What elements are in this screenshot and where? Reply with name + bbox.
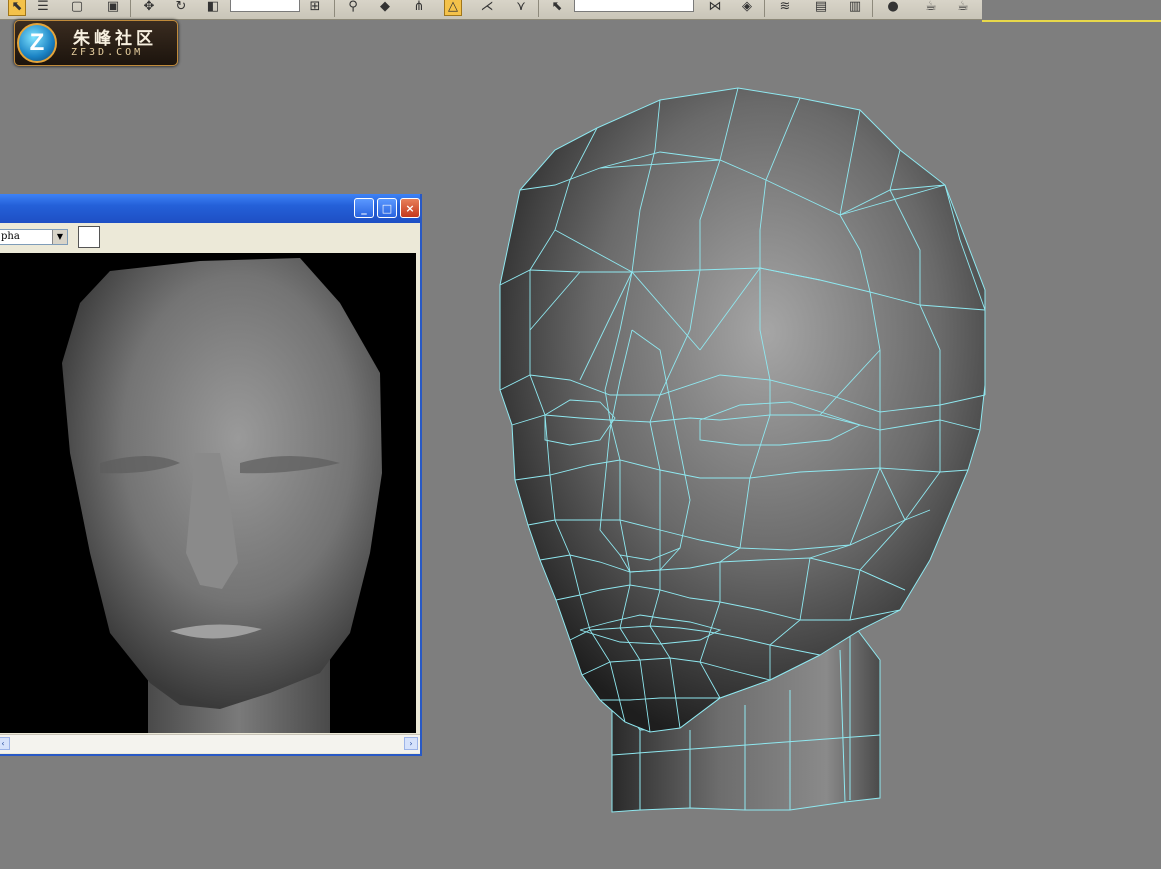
channel-select-value: pha bbox=[1, 231, 20, 242]
close-button[interactable]: × bbox=[400, 198, 420, 218]
maximize-button[interactable]: □ bbox=[377, 198, 397, 218]
window-toolbar: pha ▼ bbox=[0, 223, 420, 251]
chevron-down-icon[interactable]: ▼ bbox=[52, 230, 67, 244]
rendered-frame-window: _ □ × pha ▼ ‹ › bbox=[0, 194, 422, 756]
background-color-swatch[interactable] bbox=[78, 226, 100, 248]
channel-select[interactable]: pha ▼ bbox=[0, 229, 68, 245]
rendered-head-image bbox=[62, 258, 382, 733]
scroll-right-button[interactable]: › bbox=[404, 737, 418, 750]
window-titlebar[interactable]: _ □ × bbox=[0, 194, 420, 223]
head-mesh bbox=[499, 87, 986, 733]
rendered-image bbox=[0, 253, 416, 733]
horizontal-scrollbar[interactable]: ‹ › bbox=[0, 734, 420, 753]
scroll-left-button[interactable]: ‹ bbox=[0, 737, 10, 750]
minimize-button[interactable]: _ bbox=[354, 198, 374, 218]
